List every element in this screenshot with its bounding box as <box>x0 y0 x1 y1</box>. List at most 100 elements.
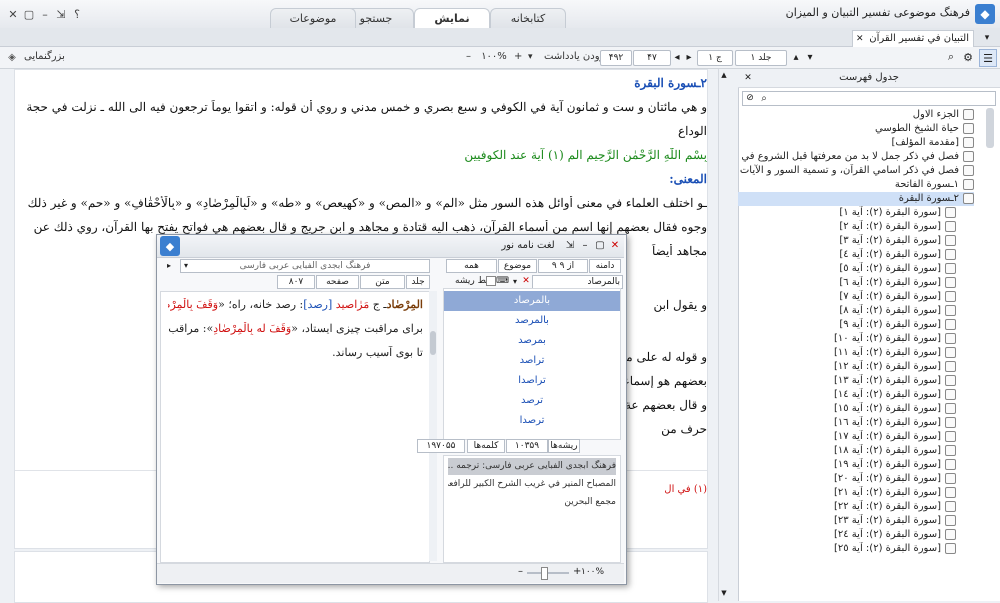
zoom-dropdown-icon[interactable]: ▾ <box>528 50 533 64</box>
word-list-item[interactable]: ترصد <box>444 391 620 411</box>
search-dropdown-icon[interactable]: ▾ <box>510 275 520 287</box>
toc-item[interactable]: [سورة البقرة (٢): آية ١٦] <box>738 416 956 430</box>
toc-item[interactable]: [سورة البقرة (٢): آية ٧] <box>738 290 956 304</box>
minimize-icon[interactable]: – <box>38 7 52 21</box>
volume-select[interactable]: جلد ۱ <box>735 50 787 66</box>
text-select[interactable]: متن <box>360 275 405 289</box>
settings-icon[interactable]: ⚙ <box>961 50 975 64</box>
dialog-pin-icon[interactable]: ⇲ <box>564 239 576 251</box>
dictionary-nav-icon[interactable]: ▸ <box>163 259 175 271</box>
tab-dropdown-icon[interactable]: ▾ <box>980 31 994 45</box>
clear-search-icon[interactable]: ✕ <box>521 275 531 287</box>
root-only-checkbox[interactable] <box>486 276 496 286</box>
toc-item[interactable]: [سورة البقرة (٢): آية ١٣] <box>738 374 956 388</box>
scroll-down-icon[interactable]: ▼ <box>719 589 729 597</box>
toc-item[interactable]: حياة الشيخ الطوسي <box>738 122 974 136</box>
toc-item[interactable]: [سورة البقرة (٢): آية ١٢] <box>738 360 956 374</box>
toc-item[interactable]: ١ـسورة الفاتحة <box>738 178 974 192</box>
toc-item[interactable]: [سورة البقرة (٢): آية ٢] <box>738 220 956 234</box>
word-search-input[interactable]: بالمرصاد <box>532 275 623 289</box>
dialog-close-icon[interactable]: ✕ <box>609 239 621 251</box>
toc-item[interactable]: [سورة البقرة (٢): آية ١٨] <box>738 444 956 458</box>
toc-search-input[interactable] <box>742 91 996 106</box>
zoom-out-button[interactable]: – <box>466 50 471 64</box>
toc-search-icon[interactable]: ⌕ <box>757 91 771 105</box>
toc-item[interactable]: [سورة البقرة (٢): آية ٣] <box>738 234 956 248</box>
keyboard-icon[interactable]: ⌨ <box>496 275 509 287</box>
toc-item[interactable]: [سورة البقرة (٢): آية ٨] <box>738 304 956 318</box>
toc-item[interactable]: [سورة البقرة (٢): آية ١٩] <box>738 458 956 472</box>
word-list-item[interactable]: تراصدا <box>444 371 620 391</box>
toc-scrollbar-thumb[interactable] <box>986 108 994 148</box>
toc-item[interactable]: [سورة البقرة (٢): آية ٢٣] <box>738 514 956 528</box>
definition-scrollbar[interactable] <box>429 291 437 561</box>
tab-library[interactable]: کتابخانه <box>490 8 566 29</box>
toc-item[interactable]: [سورة البقرة (٢): آية ٢٠] <box>738 472 956 486</box>
toc-item[interactable]: [سورة البقرة (٢): آية ٢٤] <box>738 528 956 542</box>
toc-item[interactable]: [سورة البقرة (٢): آية ٢٥] <box>738 542 956 556</box>
page-prev-icon[interactable]: ▸ <box>684 50 694 64</box>
toc-item[interactable]: ٢ـسورة البقرة <box>738 192 974 206</box>
scroll-up-icon[interactable]: ▲ <box>719 71 729 79</box>
toc-item[interactable]: [سورة البقرة (٢): آية ٥] <box>738 262 956 276</box>
volume-down-icon[interactable]: ▾ <box>804 50 816 64</box>
page-input[interactable]: ۴۷ <box>633 50 671 66</box>
help-icon[interactable]: ؟ <box>70 7 84 21</box>
maximize-icon[interactable]: ▢ <box>22 7 36 21</box>
dialog-zoom-handle[interactable] <box>541 567 548 580</box>
volume-field[interactable]: ج ۱ <box>697 50 733 66</box>
toc-item[interactable]: [سورة البقرة (٢): آية ٦] <box>738 276 956 290</box>
dialog-zoom-in-button[interactable]: + <box>573 566 581 577</box>
dictionary-list-item[interactable]: المصباح المنير في غريب الشرح الكبير للرا… <box>448 476 616 493</box>
dictionary-select[interactable]: فرهنگ ابجدی الفبایی عربی فارسی <box>180 259 430 273</box>
tab-view[interactable]: نمایش <box>414 8 490 30</box>
toc-item[interactable]: [سورة البقرة (٢): آية ١٤] <box>738 388 956 402</box>
dialog-minimize-icon[interactable]: – <box>579 239 591 251</box>
toc-item[interactable]: [مقدمة المؤلف] <box>738 136 974 150</box>
toc-item[interactable]: [سورة البقرة (٢): آية ٩] <box>738 318 956 332</box>
words-value: ۱۹۷۰۵۵ <box>417 439 465 453</box>
zoom-label[interactable]: بزرگنمایی <box>24 50 65 64</box>
dialog-zoom-out-button[interactable]: – <box>518 566 523 577</box>
zoom-in-button[interactable]: + <box>514 50 522 64</box>
toc-item[interactable]: الجزء الاول <box>738 108 974 122</box>
toc-clear-icon[interactable]: ⊘ <box>744 91 756 105</box>
tab-topics[interactable]: موضوعات <box>270 8 356 29</box>
toc-item[interactable]: [سورة البقرة (٢): آية ١٥] <box>738 402 956 416</box>
definition-scroll-thumb[interactable] <box>430 331 436 355</box>
toc-close-icon[interactable]: ✕ <box>742 71 754 85</box>
dialog-maximize-icon[interactable]: ▢ <box>594 239 606 251</box>
toc-item-label: [سورة البقرة (٢): آية ١٩] <box>833 459 941 470</box>
toc-item[interactable]: فصل في ذكر اسامي القرآن، و تسمية السور و… <box>738 164 974 178</box>
dictionary-list-item[interactable]: مجمع البحرين <box>448 494 616 511</box>
word-list-item[interactable]: ترصدا <box>444 411 620 431</box>
toc-item[interactable]: [سورة البقرة (٢): آية ١١] <box>738 346 956 360</box>
toc-item[interactable]: [سورة البقرة (٢): آية ٢٢] <box>738 500 956 514</box>
dictionary-dropdown-icon[interactable]: ▾ <box>180 259 192 271</box>
toc-item[interactable]: فصل في ذكر جمل لا بد من معرفتها قبل الشر… <box>738 150 974 164</box>
document-tab[interactable]: ✕ التبيان في تفسير القرآن <box>852 30 974 47</box>
document-scrollbar[interactable]: ▲ ▼ <box>718 69 729 601</box>
toc-item[interactable]: [سورة البقرة (٢): آية ١٧] <box>738 430 956 444</box>
toc-item-label: [سورة البقرة (٢): آية ١٢] <box>833 361 941 372</box>
page-next-icon[interactable]: ◂ <box>672 50 682 64</box>
zoom-icon[interactable]: ◈ <box>5 50 19 64</box>
list-view-icon[interactable]: ☰ <box>979 49 997 67</box>
volume-up-icon[interactable]: ▴ <box>790 50 802 64</box>
dictionary-list-item[interactable]: فرهنگ ابجدی الفبایی عربی فارسی: ترجمه ..… <box>448 458 616 475</box>
toc-item[interactable]: [سورة البقرة (٢): آية ١] <box>738 206 956 220</box>
word-list-item[interactable]: بالمرصد <box>444 311 620 331</box>
pin-icon[interactable]: ⇲ <box>54 7 68 21</box>
dialog-zoom-slider[interactable] <box>527 567 569 580</box>
close-icon[interactable]: ✕ <box>6 7 20 21</box>
topic-select[interactable]: همه <box>446 259 497 273</box>
close-tab-icon[interactable]: ✕ <box>856 31 864 47</box>
search-icon[interactable]: ⌕ <box>944 50 958 64</box>
toc-item[interactable]: [سورة البقرة (٢): آية ١٠] <box>738 332 956 346</box>
word-list-item[interactable]: بالمرصاد <box>444 291 620 311</box>
word-list-item[interactable]: بمرصد <box>444 331 620 351</box>
toc-item[interactable]: [سورة البقرة (٢): آية ٢١] <box>738 486 956 500</box>
toc-item[interactable]: [سورة البقرة (٢): آية ٤] <box>738 248 956 262</box>
page-value[interactable]: ۸۰۷ <box>277 275 315 289</box>
word-list-item[interactable]: تراصد <box>444 351 620 371</box>
